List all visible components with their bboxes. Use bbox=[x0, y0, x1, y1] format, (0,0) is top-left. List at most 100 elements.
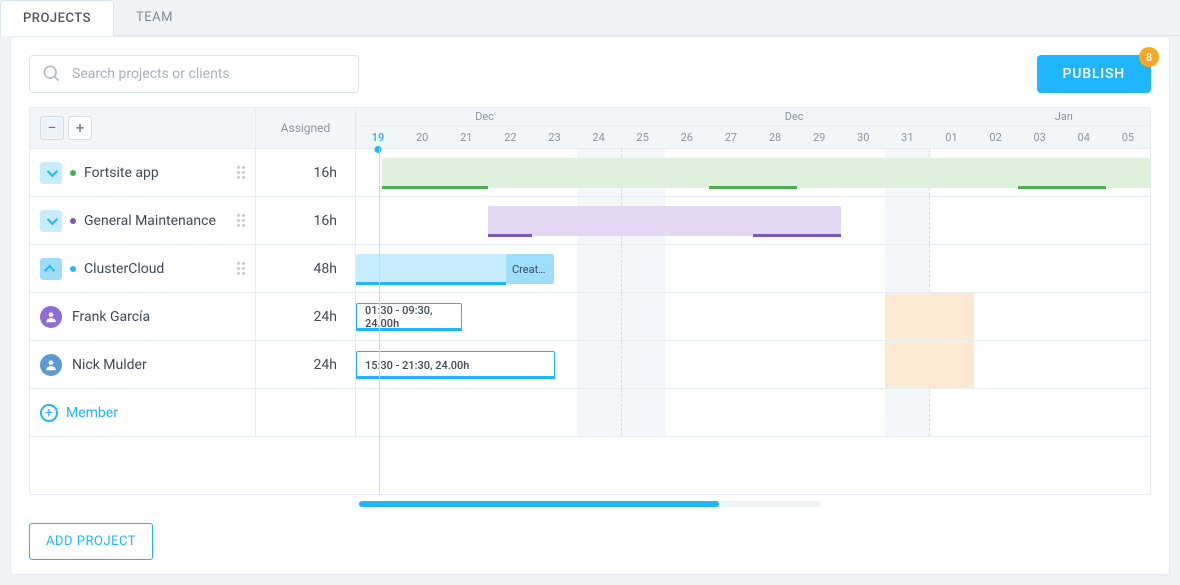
day-04[interactable]: 04 bbox=[1062, 131, 1106, 144]
add-member-left[interactable]: + Member bbox=[30, 389, 256, 436]
project-bar[interactable] bbox=[488, 206, 841, 236]
day-20[interactable]: 20 bbox=[400, 131, 444, 144]
day-23[interactable]: 23 bbox=[532, 131, 576, 144]
project-left: Fortsite app bbox=[30, 149, 256, 196]
search-input[interactable] bbox=[29, 55, 359, 93]
add-member-row[interactable]: + Member bbox=[30, 389, 1150, 437]
publish-button[interactable]: PUBLISH bbox=[1037, 55, 1151, 93]
header-left: − + bbox=[30, 108, 256, 148]
scroll-thumb[interactable] bbox=[359, 501, 719, 507]
highlight-block bbox=[885, 293, 973, 340]
shift-block[interactable]: 01:30 - 09:30, 24.00h bbox=[356, 303, 462, 331]
tab-bar: PROJECTS TEAM bbox=[0, 0, 1180, 36]
member-left: Nick Mulder bbox=[30, 341, 256, 388]
week-divider bbox=[929, 245, 930, 292]
day-30[interactable]: 30 bbox=[841, 131, 885, 144]
day-21[interactable]: 21 bbox=[444, 131, 488, 144]
person-icon bbox=[44, 310, 58, 324]
member-name[interactable]: Nick Mulder bbox=[72, 357, 245, 373]
project-row-maint: General Maintenance16h bbox=[30, 197, 1150, 245]
week-divider bbox=[621, 245, 622, 292]
drag-handle-icon[interactable] bbox=[237, 262, 245, 275]
project-row-fortsite: Fortsite app 16h bbox=[30, 149, 1150, 197]
project-row-cluster: ClusterCloud48hCreat… bbox=[30, 245, 1150, 293]
add-member-assigned bbox=[256, 389, 356, 436]
allocation-segment bbox=[488, 234, 532, 237]
avatar[interactable] bbox=[40, 306, 62, 328]
expand-all-button[interactable]: + bbox=[68, 116, 92, 140]
highlight-block bbox=[885, 341, 973, 388]
project-bar[interactable] bbox=[382, 158, 1150, 188]
header-assigned: Assigned bbox=[256, 108, 356, 148]
project-name[interactable]: Fortsite app bbox=[84, 165, 229, 181]
expand-toggle[interactable] bbox=[40, 258, 62, 280]
day-22[interactable]: 22 bbox=[488, 131, 532, 144]
add-project-button[interactable]: ADD PROJECT bbox=[29, 523, 153, 560]
project-timeline[interactable]: Creat… bbox=[356, 245, 1150, 292]
day-02[interactable]: 02 bbox=[974, 131, 1018, 144]
expand-toggle[interactable] bbox=[40, 162, 62, 184]
week-divider bbox=[621, 341, 622, 388]
add-member-timeline bbox=[356, 389, 1150, 436]
search-icon bbox=[41, 63, 61, 83]
day-28[interactable]: 28 bbox=[753, 131, 797, 144]
shift-block[interactable]: 15:30 - 21:30, 24.00h bbox=[356, 351, 555, 379]
day-25[interactable]: 25 bbox=[621, 131, 665, 144]
drag-handle-icon[interactable] bbox=[237, 166, 245, 179]
grid-header: − + Assigned DecDecJan 19202122232425262… bbox=[30, 108, 1150, 149]
day-26[interactable]: 26 bbox=[665, 131, 709, 144]
member-row: Frank García24h01:30 - 09:30, 24.00h bbox=[30, 293, 1150, 341]
day-24[interactable]: 24 bbox=[577, 131, 621, 144]
allocation-segment bbox=[1018, 186, 1106, 189]
publish-badge: 8 bbox=[1139, 47, 1159, 67]
day-05[interactable]: 05 bbox=[1106, 131, 1150, 144]
avatar[interactable] bbox=[40, 354, 62, 376]
member-assigned: 24h bbox=[256, 341, 356, 388]
weekend-block bbox=[885, 197, 929, 244]
week-divider bbox=[621, 389, 622, 436]
project-name[interactable]: General Maintenance bbox=[84, 213, 229, 229]
main-card: PUBLISH 8 − + Assigned DecDecJan 1920212… bbox=[10, 36, 1170, 575]
day-27[interactable]: 27 bbox=[709, 131, 753, 144]
allocation-segment bbox=[753, 234, 841, 237]
today-line bbox=[379, 148, 380, 494]
month-label: Jan bbox=[1055, 110, 1073, 123]
project-timeline[interactable] bbox=[356, 149, 1150, 196]
drag-handle-icon[interactable] bbox=[237, 214, 245, 227]
tab-team[interactable]: TEAM bbox=[114, 0, 195, 35]
week-divider bbox=[929, 197, 930, 244]
member-timeline[interactable]: 01:30 - 09:30, 24.00h bbox=[356, 293, 1150, 340]
person-icon bbox=[44, 358, 58, 372]
day-03[interactable]: 03 bbox=[1018, 131, 1062, 144]
publish-wrap: PUBLISH 8 bbox=[1037, 55, 1151, 93]
day-31[interactable]: 31 bbox=[885, 131, 929, 144]
expand-toggle[interactable] bbox=[40, 210, 62, 232]
timeline-scrollbar[interactable] bbox=[359, 501, 821, 507]
project-name[interactable]: ClusterCloud bbox=[84, 261, 229, 277]
day-19[interactable]: 19 bbox=[356, 131, 400, 144]
project-timeline[interactable] bbox=[356, 197, 1150, 244]
tab-projects[interactable]: PROJECTS bbox=[0, 0, 114, 36]
member-timeline[interactable]: 15:30 - 21:30, 24.00h bbox=[356, 341, 1150, 388]
search-wrap bbox=[29, 55, 359, 93]
project-left: ClusterCloud bbox=[30, 245, 256, 292]
add-member-label: Member bbox=[66, 405, 118, 421]
project-left: General Maintenance bbox=[30, 197, 256, 244]
member-left: Frank García bbox=[30, 293, 256, 340]
header-timeline: DecDecJan 192021222324252627282930310102… bbox=[356, 108, 1150, 148]
day-01[interactable]: 01 bbox=[929, 131, 973, 144]
app-root: PROJECTS TEAM PUBLISH 8 − + Assigned bbox=[0, 0, 1180, 585]
member-name[interactable]: Frank García bbox=[72, 309, 245, 325]
months-row: DecDecJan bbox=[356, 108, 1150, 126]
collapse-all-button[interactable]: − bbox=[40, 116, 64, 140]
plus-circle-icon: + bbox=[40, 404, 58, 422]
grid-body: Fortsite app16hGeneral Maintenance16hClu… bbox=[30, 149, 1150, 437]
project-assigned: 16h bbox=[256, 149, 356, 196]
month-label: Dec bbox=[785, 110, 804, 123]
create-task-stub[interactable]: Creat… bbox=[506, 254, 555, 284]
day-29[interactable]: 29 bbox=[797, 131, 841, 144]
days-row: 192021222324252627282930310102030405 bbox=[356, 126, 1150, 148]
project-color-dot bbox=[70, 218, 76, 224]
schedule-grid: − + Assigned DecDecJan 19202122232425262… bbox=[29, 107, 1151, 495]
allocation-segment bbox=[382, 186, 488, 189]
